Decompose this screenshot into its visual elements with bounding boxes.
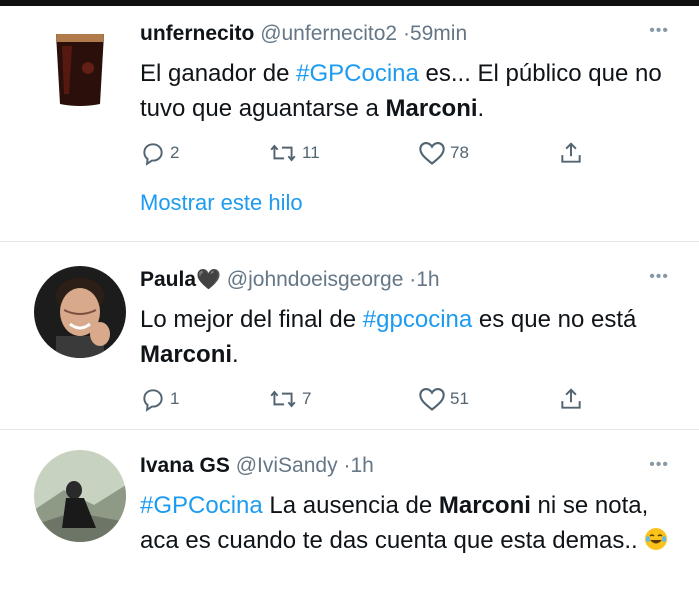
- retweet-button[interactable]: 11: [268, 140, 320, 166]
- action-bar: 2 11 78: [140, 140, 610, 170]
- hashtag-link[interactable]: #gpcocina: [363, 306, 472, 333]
- bold-text: Marconi: [140, 341, 233, 368]
- like-icon: [419, 142, 445, 165]
- share-icon: [561, 142, 581, 163]
- more-icon[interactable]: •••: [649, 268, 669, 286]
- user-handle[interactable]: @unfernecito2: [260, 22, 397, 45]
- separator-dot: ·: [402, 22, 410, 45]
- text-segment: Lo mejor del final de: [140, 306, 363, 333]
- tweet-header: Ivana GS @IviSandy ·1h: [140, 452, 374, 480]
- like-icon: [419, 388, 445, 411]
- person-on-rocks-image: [34, 450, 126, 542]
- avatar[interactable]: [42, 24, 118, 108]
- tweet[interactable]: Ivana GS @IviSandy ·1h ••• #GPCocina La …: [0, 430, 699, 594]
- tweet[interactable]: Paula🖤 @johndoeisgeorge ·1h ••• Lo mejor…: [0, 242, 699, 430]
- retweet-count: 11: [302, 143, 320, 162]
- share-button[interactable]: [558, 140, 584, 166]
- reply-count: 1: [170, 389, 180, 408]
- retweet-count: 7: [302, 389, 312, 408]
- reply-button[interactable]: 2: [140, 140, 179, 166]
- text-segment: El ganador de: [140, 60, 297, 87]
- hashtag-link[interactable]: #GPCocina: [296, 60, 419, 87]
- reply-icon: [143, 143, 163, 166]
- retweet-icon: [270, 390, 296, 408]
- bold-text: Marconi: [438, 492, 531, 519]
- man-smiling-portrait-image: [34, 266, 126, 358]
- timeline: unfernecito @unfernecito2 ·59min ••• El …: [0, 0, 699, 594]
- tweet-text: El ganador de #GPCocina es... El público…: [140, 56, 670, 126]
- like-button[interactable]: 51: [418, 386, 469, 412]
- reply-button[interactable]: 1: [140, 386, 179, 412]
- timestamp[interactable]: 1h: [350, 454, 373, 477]
- tweet-text: Lo mejor del final de #gpcocina es que n…: [140, 302, 670, 372]
- retweet-button[interactable]: 7: [268, 386, 311, 412]
- avatar[interactable]: [34, 266, 126, 358]
- text-segment: La ausencia de: [262, 492, 439, 519]
- text-segment: es que no está: [472, 306, 637, 333]
- tweet-header: unfernecito @unfernecito2 ·59min: [140, 20, 467, 48]
- glass-of-drink-image: [42, 24, 118, 108]
- avatar[interactable]: [34, 450, 126, 542]
- text-segment: .: [232, 341, 239, 368]
- timestamp[interactable]: 59min: [410, 22, 467, 45]
- like-count: 78: [450, 143, 469, 162]
- black-heart-emoji: 🖤: [196, 269, 221, 291]
- like-count: 51: [450, 389, 469, 408]
- text-segment: .: [477, 95, 485, 122]
- display-name-text: Paula: [140, 268, 197, 291]
- timestamp[interactable]: 1h: [416, 268, 439, 291]
- tweet-header: Paula🖤 @johndoeisgeorge ·1h: [140, 266, 440, 294]
- share-icon: [561, 388, 581, 409]
- more-icon[interactable]: •••: [649, 456, 669, 474]
- user-handle[interactable]: @IviSandy: [236, 454, 338, 477]
- more-icon[interactable]: •••: [649, 22, 669, 40]
- show-thread-link[interactable]: Mostrar este hilo: [140, 190, 303, 216]
- display-name[interactable]: Ivana GS: [140, 454, 230, 477]
- reply-icon: [143, 389, 163, 412]
- like-button[interactable]: 78: [418, 140, 469, 166]
- bold-text: Marconi: [385, 95, 478, 122]
- display-name[interactable]: Paula🖤: [140, 268, 221, 291]
- face-with-tears-of-joy-icon: [645, 528, 668, 550]
- retweet-icon: [270, 144, 296, 162]
- tweet[interactable]: unfernecito @unfernecito2 ·59min ••• El …: [0, 6, 699, 242]
- user-handle[interactable]: @johndoeisgeorge: [227, 268, 404, 291]
- reply-count: 2: [170, 143, 180, 162]
- share-button[interactable]: [558, 386, 584, 412]
- hashtag-link[interactable]: #GPCocina: [140, 492, 263, 519]
- display-name[interactable]: unfernecito: [140, 22, 254, 45]
- tweet-text: #GPCocina La ausencia de Marconi ni se n…: [140, 488, 670, 558]
- action-bar: 1 7 51: [140, 386, 610, 416]
